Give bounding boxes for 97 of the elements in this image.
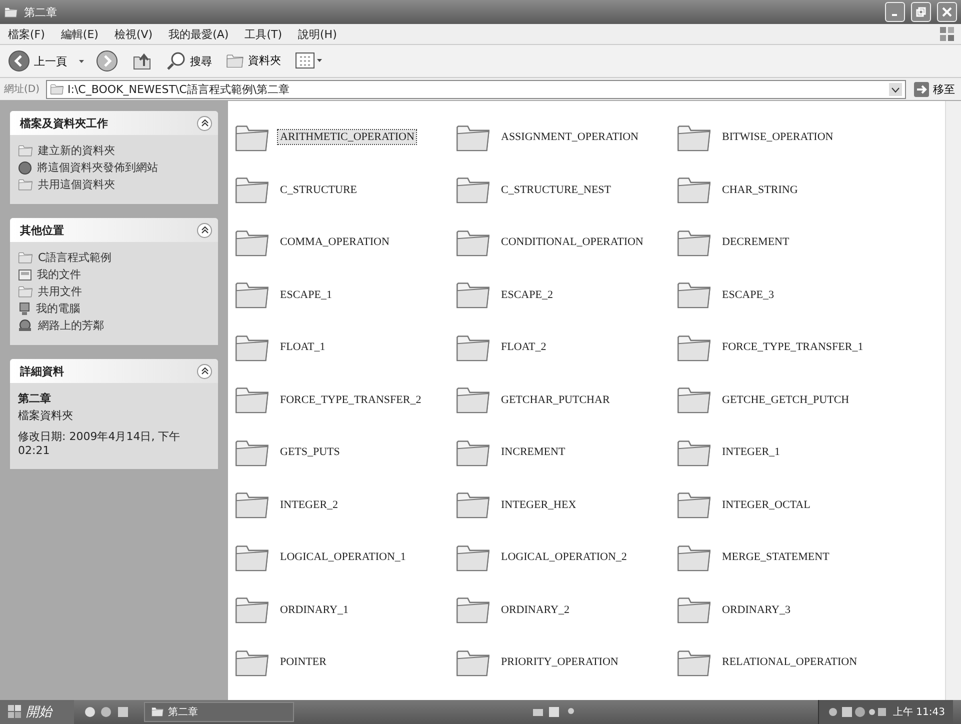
folder-name[interactable]: C_STRUCTURE_NEST	[499, 182, 614, 197]
folder-name[interactable]: ORDINARY_3	[720, 602, 792, 617]
folder-icon	[18, 178, 33, 191]
task-link[interactable]: 共用這個資料夾	[18, 177, 210, 192]
folder-name[interactable]: RELATIONAL_OPERATION	[720, 655, 860, 670]
globe-icon	[18, 160, 32, 174]
go-button[interactable]: 移至	[912, 80, 957, 98]
menu-item[interactable]: 說明(H)	[296, 26, 339, 42]
close-button[interactable]	[937, 2, 957, 22]
folder-name[interactable]: ASSIGNMENT_OPERATION	[499, 130, 641, 144]
folder-name[interactable]: FLOAT_1	[278, 340, 328, 354]
folder-name[interactable]: CHAR_STRING	[720, 182, 800, 197]
collapse-button[interactable]	[197, 364, 212, 378]
folder-name[interactable]: INCREMENT	[499, 445, 568, 460]
folder-type: 檔案資料夾	[18, 408, 74, 423]
dropdown-icon	[889, 82, 902, 96]
task-link[interactable]: 共用文件	[18, 284, 210, 299]
minimize-button[interactable]	[885, 2, 905, 22]
search-button[interactable]: 搜尋	[164, 49, 214, 73]
folder-name[interactable]: ESCAPE_1	[278, 288, 334, 302]
folder-name[interactable]: ORDINARY_2	[499, 602, 572, 617]
address-field[interactable]: I:\C_BOOK_NEWEST\C語言程式範例\第二章	[46, 80, 906, 98]
folder-up-icon	[132, 51, 152, 71]
folder-icon	[226, 53, 244, 69]
folder-name[interactable]: GETCHAR_PUTCHAR	[499, 392, 612, 407]
modified-date: 修改日期: 2009年4月14日, 下午 02:21	[18, 429, 182, 457]
windows-logo-icon	[939, 26, 955, 42]
task-link[interactable]: 我的電腦	[18, 301, 210, 316]
close-icon	[942, 7, 952, 17]
search-icon	[166, 51, 186, 71]
clock: 上午 11:43	[893, 706, 945, 719]
folder-icon	[18, 285, 33, 298]
chevron-icon	[200, 367, 208, 375]
restore-button[interactable]	[911, 2, 931, 22]
folder-name[interactable]: CONDITIONAL_OPERATION	[499, 235, 646, 250]
collapse-button[interactable]	[197, 222, 212, 238]
panel-title: 其他位置	[20, 222, 64, 238]
caret-icon	[79, 60, 84, 62]
collapse-button[interactable]	[197, 116, 212, 130]
task-link[interactable]: 建立新的資料夾	[18, 143, 210, 158]
windows-logo-icon	[8, 705, 22, 719]
folder-name[interactable]: INTEGER_HEX	[499, 498, 578, 512]
forward-button[interactable]	[94, 48, 120, 74]
documents-icon	[18, 268, 32, 281]
folder-name[interactable]: ESCAPE_2	[499, 288, 555, 302]
folder-name[interactable]: INTEGER_2	[278, 498, 340, 512]
folder-name[interactable]: COMMA_OPERATION	[278, 235, 392, 250]
network-icon	[18, 319, 33, 332]
menu-item[interactable]: 檔案(F)	[6, 26, 47, 42]
folder-icon	[50, 83, 64, 95]
folder-name[interactable]: DECREMENT	[720, 235, 792, 250]
chevron-icon	[200, 226, 208, 234]
chevron-icon	[200, 119, 208, 127]
menu-item[interactable]: 工具(T)	[242, 26, 284, 42]
folder-name[interactable]: LOGICAL_OPERATION_2	[499, 550, 629, 564]
window-title: 第二章	[24, 4, 58, 20]
task-link[interactable]: 將這個資料夾發佈到網站	[18, 160, 210, 175]
address-label: 網址(D)	[4, 82, 40, 96]
folder-icon	[4, 6, 18, 18]
folder-icon	[151, 706, 164, 718]
panel-title: 檔案及資料夾工作	[20, 116, 108, 130]
folder-name[interactable]: PRIORITY_OPERATION	[499, 655, 620, 670]
folder-name[interactable]: POINTER	[278, 655, 328, 670]
folder-name[interactable]: FLOAT_2	[499, 340, 548, 354]
start-button[interactable]: 開始	[0, 700, 74, 724]
panel-title: 詳細資料	[20, 364, 64, 378]
folder-icon	[18, 251, 33, 264]
folder-name[interactable]: LOGICAL_OPERATION_1	[278, 550, 408, 564]
scrollbar[interactable]	[945, 101, 961, 700]
folder-name[interactable]: GETCHE_GETCH_PUTCH	[720, 392, 852, 407]
menu-item[interactable]: 檢視(V)	[112, 26, 155, 42]
folder-name[interactable]: INTEGER_1	[720, 445, 782, 460]
folder-name[interactable]: ESCAPE_3	[720, 288, 776, 302]
task-link[interactable]: C語言程式範例	[18, 250, 210, 265]
taskbar-window-button[interactable]: 第二章	[144, 702, 294, 722]
arrow-icon	[914, 82, 929, 96]
folder-icon	[18, 144, 33, 157]
folder-name[interactable]: MERGE_STATEMENT	[720, 550, 832, 564]
folder-name[interactable]: INTEGER_OCTAL	[720, 498, 812, 512]
folder-name[interactable]: ARITHMETIC_OPERATION	[278, 130, 416, 144]
folder-name[interactable]: FORCE_TYPE_TRANSFER_1	[720, 340, 866, 354]
folder-name: 第二章	[18, 391, 52, 406]
folders-button[interactable]: 資料夾	[224, 51, 283, 71]
restore-icon	[916, 7, 926, 17]
folder-name[interactable]: GETS_PUTS	[278, 445, 342, 460]
task-link[interactable]: 我的文件	[18, 267, 210, 282]
menu-item[interactable]: 我的最愛(A)	[166, 26, 231, 42]
menu-item[interactable]: 編輯(E)	[58, 26, 100, 42]
computer-icon	[18, 302, 31, 316]
folder-name[interactable]: ORDINARY_1	[278, 602, 350, 617]
views-icon	[295, 52, 323, 70]
back-button[interactable]: 上一頁	[6, 48, 69, 74]
tray-icons[interactable]	[827, 705, 887, 719]
folder-name[interactable]: BITWISE_OPERATION	[720, 130, 836, 144]
folder-name[interactable]: FORCE_TYPE_TRANSFER_2	[278, 392, 424, 407]
folder-name[interactable]: C_STRUCTURE	[278, 182, 360, 197]
task-link[interactable]: 網路上的芳鄰	[18, 318, 210, 333]
